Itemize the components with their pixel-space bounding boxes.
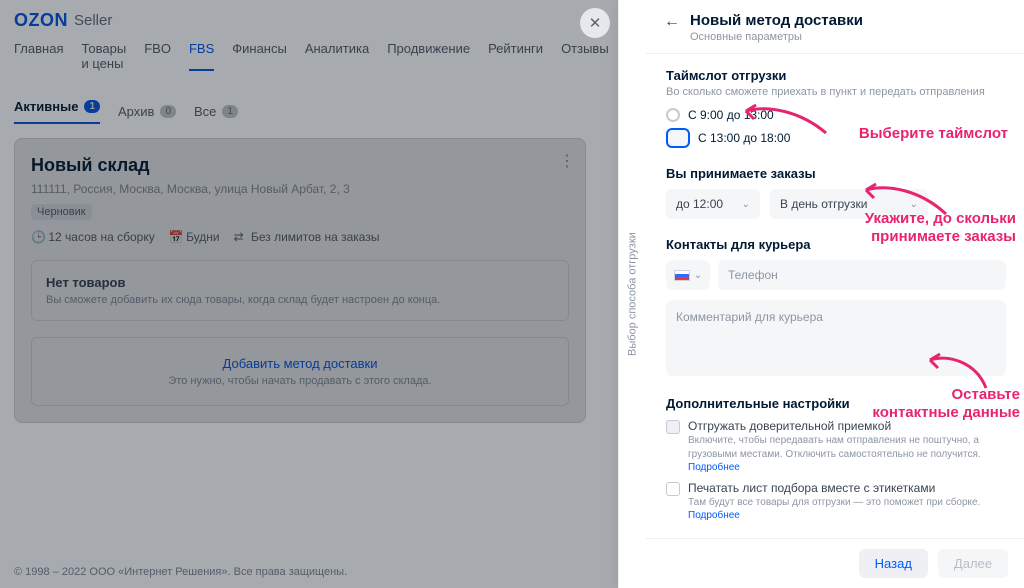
radio-label: С 13:00 до 18:00 [698, 131, 790, 145]
checkbox-desc: Включите, чтобы передавать нам отправлен… [688, 434, 1006, 475]
panel-content: Таймслот отгрузки Во сколько сможете при… [646, 54, 1024, 538]
radio-icon-selected [666, 128, 690, 148]
more-link[interactable]: Подробнее [688, 462, 740, 473]
courier-title: Контакты для курьера [666, 237, 1006, 252]
close-icon[interactable]: ✕ [580, 8, 610, 38]
side-panel: Выбор способа отгрузки ← Новый метод дос… [618, 0, 1024, 588]
timeslot-section: Таймслот отгрузки Во сколько сможете при… [666, 68, 1006, 148]
panel-subtitle: Основные параметры [690, 31, 863, 43]
panel-footer: Назад Далее [646, 538, 1024, 588]
country-code-select[interactable]: ⌄ [666, 260, 710, 290]
vertical-tab[interactable]: Выбор способа отгрузки [618, 0, 646, 588]
select-value: до 12:00 [676, 197, 723, 211]
accept-title: Вы принимаете заказы [666, 166, 1006, 181]
chevron-down-icon: ⌄ [910, 199, 918, 210]
panel-header: ← Новый метод доставки Основные параметр… [646, 0, 1024, 54]
radio-icon [666, 108, 680, 122]
timeslot-option-2[interactable]: С 13:00 до 18:00 [666, 128, 1006, 148]
phone-input[interactable]: Телефон [718, 260, 1006, 290]
panel-title: Новый метод доставки [690, 12, 863, 29]
shipment-day-select[interactable]: В день отгрузки ⌄ [770, 189, 928, 219]
until-time-select[interactable]: до 12:00 ⌄ [666, 189, 760, 219]
next-button[interactable]: Далее [938, 549, 1008, 578]
chevron-down-icon: ⌄ [742, 199, 750, 210]
checkbox-icon [666, 420, 680, 434]
print-picklist-checkbox[interactable]: Печатать лист подбора вместе с этикеткам… [666, 481, 1006, 523]
advanced-title: Дополнительные настройки [666, 396, 1006, 411]
timeslot-title: Таймслот отгрузки [666, 68, 1006, 83]
comment-textarea[interactable]: Комментарий для курьера [666, 300, 1006, 376]
back-arrow-icon[interactable]: ← [664, 14, 680, 43]
courier-contacts-section: Контакты для курьера ⌄ Телефон Комментар… [666, 237, 1006, 376]
advanced-section: Дополнительные настройки Отгружать довер… [666, 396, 1006, 523]
checkbox-desc: Там будут все товары для отгрузки — это … [688, 496, 1006, 523]
chevron-down-icon: ⌄ [694, 270, 702, 281]
modal-overlay [0, 0, 618, 588]
select-value: В день отгрузки [780, 197, 868, 211]
radio-label: С 9:00 до 13:00 [688, 108, 774, 122]
accept-orders-section: Вы принимаете заказы до 12:00 ⌄ В день о… [666, 166, 1006, 219]
checkbox-label: Отгружать доверительной приемкой [688, 419, 1006, 433]
checkbox-icon [666, 482, 680, 496]
back-button[interactable]: Назад [859, 549, 928, 578]
trusted-acceptance-checkbox[interactable]: Отгружать доверительной приемкой Включит… [666, 419, 1006, 475]
timeslot-hint: Во сколько сможете приехать в пункт и пе… [666, 86, 1006, 98]
checkbox-label: Печатать лист подбора вместе с этикеткам… [688, 481, 1006, 495]
timeslot-option-1[interactable]: С 9:00 до 13:00 [666, 108, 1006, 122]
more-link[interactable]: Подробнее [688, 510, 740, 521]
flag-ru-icon [674, 270, 690, 281]
